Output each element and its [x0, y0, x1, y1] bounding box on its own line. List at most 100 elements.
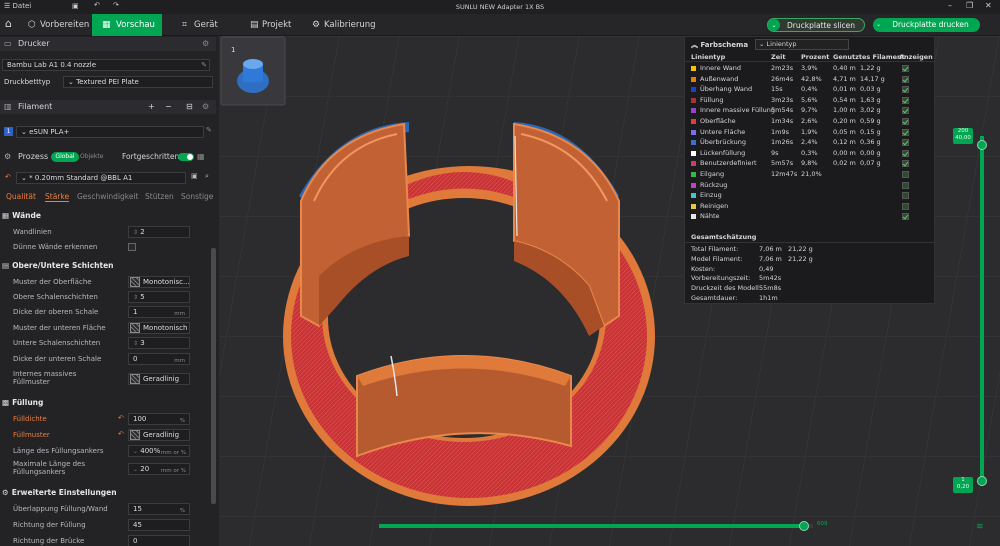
- stepper-icon[interactable]: ⇕: [133, 229, 138, 236]
- advanced-switch[interactable]: [178, 153, 194, 161]
- compare-icon[interactable]: ▦: [197, 150, 205, 164]
- subtab-speed[interactable]: Geschwindigkeit: [77, 192, 139, 201]
- line-type-percent: 2,6%: [801, 117, 818, 125]
- show-checkbox[interactable]: [902, 171, 909, 178]
- slice-dropdown-icon[interactable]: ⌄: [768, 19, 780, 31]
- internal-solid-pattern-select[interactable]: Geradlinig: [128, 373, 190, 385]
- show-checkbox[interactable]: [902, 181, 909, 189]
- infill-density-input[interactable]: 100%: [128, 413, 190, 425]
- show-checkbox[interactable]: [902, 160, 909, 168]
- print-dropdown-icon[interactable]: ⌄: [876, 18, 881, 32]
- line-type-length: 1,00 m: [833, 106, 856, 115]
- subtab-others[interactable]: Sonstige: [181, 192, 213, 201]
- move-slider-fill: [379, 524, 805, 528]
- minimize-icon[interactable]: –: [948, 1, 952, 10]
- line-type-name: Rückzug: [700, 180, 728, 189]
- bed-type-select[interactable]: ⌄ Textured PEI Plate: [63, 76, 213, 88]
- filament-select[interactable]: ⌄ eSUN PLA+: [16, 126, 204, 138]
- tab-project[interactable]: ▤ Projekt: [248, 14, 308, 36]
- infill-direction-input[interactable]: 45: [128, 519, 190, 531]
- top-pattern-select[interactable]: Monotonisc...: [128, 276, 190, 288]
- remove-icon[interactable]: −: [165, 100, 172, 114]
- stepper-icon[interactable]: ⇕: [133, 340, 138, 347]
- sidebar-scrollbar[interactable]: [211, 248, 216, 504]
- layer-slider-top-handle[interactable]: [977, 140, 987, 150]
- layer-slider-track[interactable]: [980, 136, 984, 486]
- color-scheme-select[interactable]: ⌄ Linientyp: [755, 39, 849, 50]
- thin-walls-checkbox[interactable]: [128, 243, 136, 251]
- close-icon[interactable]: ✕: [985, 1, 992, 10]
- save-preset-icon[interactable]: ▣: [191, 172, 198, 180]
- add-icon[interactable]: +: [148, 100, 155, 114]
- reset-icon[interactable]: ↶: [118, 430, 124, 438]
- infill-pattern-select[interactable]: Geradlinig: [128, 429, 190, 441]
- stepper-icon[interactable]: ⇕: [133, 294, 138, 301]
- bottom-layers-input[interactable]: ⇕ 3: [128, 337, 190, 349]
- layer-slider-bottom-handle[interactable]: [977, 476, 987, 486]
- move-slider-track[interactable]: [379, 521, 813, 531]
- bed-type-value: Textured PEI Plate: [76, 78, 139, 86]
- printer-select[interactable]: Bambu Lab A1 0.4 nozzle ✎: [2, 59, 210, 71]
- process-preset-select[interactable]: ⌄ * 0.20mm Standard @BBL A1: [16, 172, 186, 184]
- show-checkbox[interactable]: [902, 213, 909, 221]
- tab-preview[interactable]: ▦ Vorschau: [92, 14, 162, 36]
- summary-row: Total Filament: 7,06 m 21,22 g: [685, 245, 935, 255]
- reset-icon[interactable]: ↶: [118, 414, 124, 422]
- max-anchor-input[interactable]: ⌄ 20 mm or %: [128, 463, 190, 475]
- edit-icon[interactable]: ✎: [201, 60, 207, 70]
- restore-icon[interactable]: ❐: [966, 1, 973, 10]
- subtab-supports[interactable]: Stützen: [145, 192, 174, 201]
- subtab-strength[interactable]: Stärke: [45, 192, 70, 202]
- dropdown-icon[interactable]: ⌄: [133, 448, 138, 455]
- print-button-label: Druckplatte drucken: [892, 20, 969, 29]
- top-layers-input[interactable]: ⇕ 5: [128, 291, 190, 303]
- show-checkbox[interactable]: [902, 75, 909, 83]
- show-checkbox[interactable]: [902, 65, 909, 72]
- objects-toggle[interactable]: Objekte: [80, 150, 103, 164]
- device-icon: ⌗: [182, 20, 188, 30]
- gear-icon[interactable]: ⚙: [202, 37, 209, 51]
- global-toggle[interactable]: Global: [51, 152, 79, 162]
- show-checkbox[interactable]: [902, 107, 909, 115]
- color-scheme-value: Linientyp: [766, 40, 797, 48]
- top-thickness-input[interactable]: 1 mm: [128, 306, 190, 318]
- filament-sync-icon[interactable]: ⊟: [186, 100, 193, 114]
- reset-icon[interactable]: ↶: [5, 173, 11, 181]
- show-checkbox[interactable]: [902, 96, 909, 104]
- line-type-name: Benutzerdefiniert: [700, 159, 757, 168]
- collapse-icon[interactable]: ︽: [691, 41, 698, 49]
- show-checkbox[interactable]: [902, 86, 909, 94]
- slice-button[interactable]: ⌄ Druckplatte slicen: [767, 18, 865, 32]
- show-checkbox[interactable]: [902, 192, 909, 200]
- anchor-length-input[interactable]: ⌄ 400% mm or %: [128, 445, 190, 457]
- infill-density-unit: %: [179, 418, 185, 424]
- layers-stack-icon[interactable]: ≋: [976, 522, 984, 532]
- wall-loops-input[interactable]: ⇕ 2: [128, 226, 190, 238]
- search-icon[interactable]: ⌕: [205, 172, 209, 181]
- anchor-length-value: 400%: [140, 447, 161, 455]
- bottom-pattern-select[interactable]: Monotonisch: [128, 322, 190, 334]
- tab-prepare[interactable]: ⬡ Vorbereiten: [26, 14, 90, 36]
- filament-edit-icon[interactable]: ✎: [206, 126, 212, 134]
- tab-device[interactable]: ⌗ Gerät: [180, 14, 240, 36]
- layer-top-height: 40,00: [955, 135, 971, 141]
- summary-value: 55m8s: [759, 284, 782, 293]
- dropdown-icon[interactable]: ⌄: [133, 466, 138, 473]
- show-checkbox[interactable]: [902, 128, 909, 136]
- color-swatch: [691, 161, 696, 167]
- bottom-thickness-input[interactable]: 0 mm: [128, 353, 190, 365]
- infill-overlap-input[interactable]: 15%: [128, 503, 190, 515]
- subtab-quality[interactable]: Qualität: [6, 192, 36, 201]
- filament-settings-icon[interactable]: ⚙: [202, 100, 209, 114]
- show-checkbox[interactable]: [902, 149, 909, 157]
- show-checkbox[interactable]: [902, 202, 909, 210]
- tab-calibration-label: Kalibrierung: [324, 20, 376, 30]
- show-checkbox[interactable]: [902, 118, 909, 125]
- line-type-percent: 42,8%: [801, 74, 822, 83]
- bridge-direction-input[interactable]: 0: [128, 535, 190, 546]
- home-icon[interactable]: ⌂: [5, 17, 12, 30]
- tab-calibration[interactable]: ⚙ Kalibrierung: [310, 14, 390, 36]
- show-checkbox[interactable]: [902, 139, 909, 147]
- internal-solid-pattern-value: Geradlinig: [143, 375, 180, 383]
- print-button[interactable]: ⌄ Druckplatte drucken: [873, 18, 980, 32]
